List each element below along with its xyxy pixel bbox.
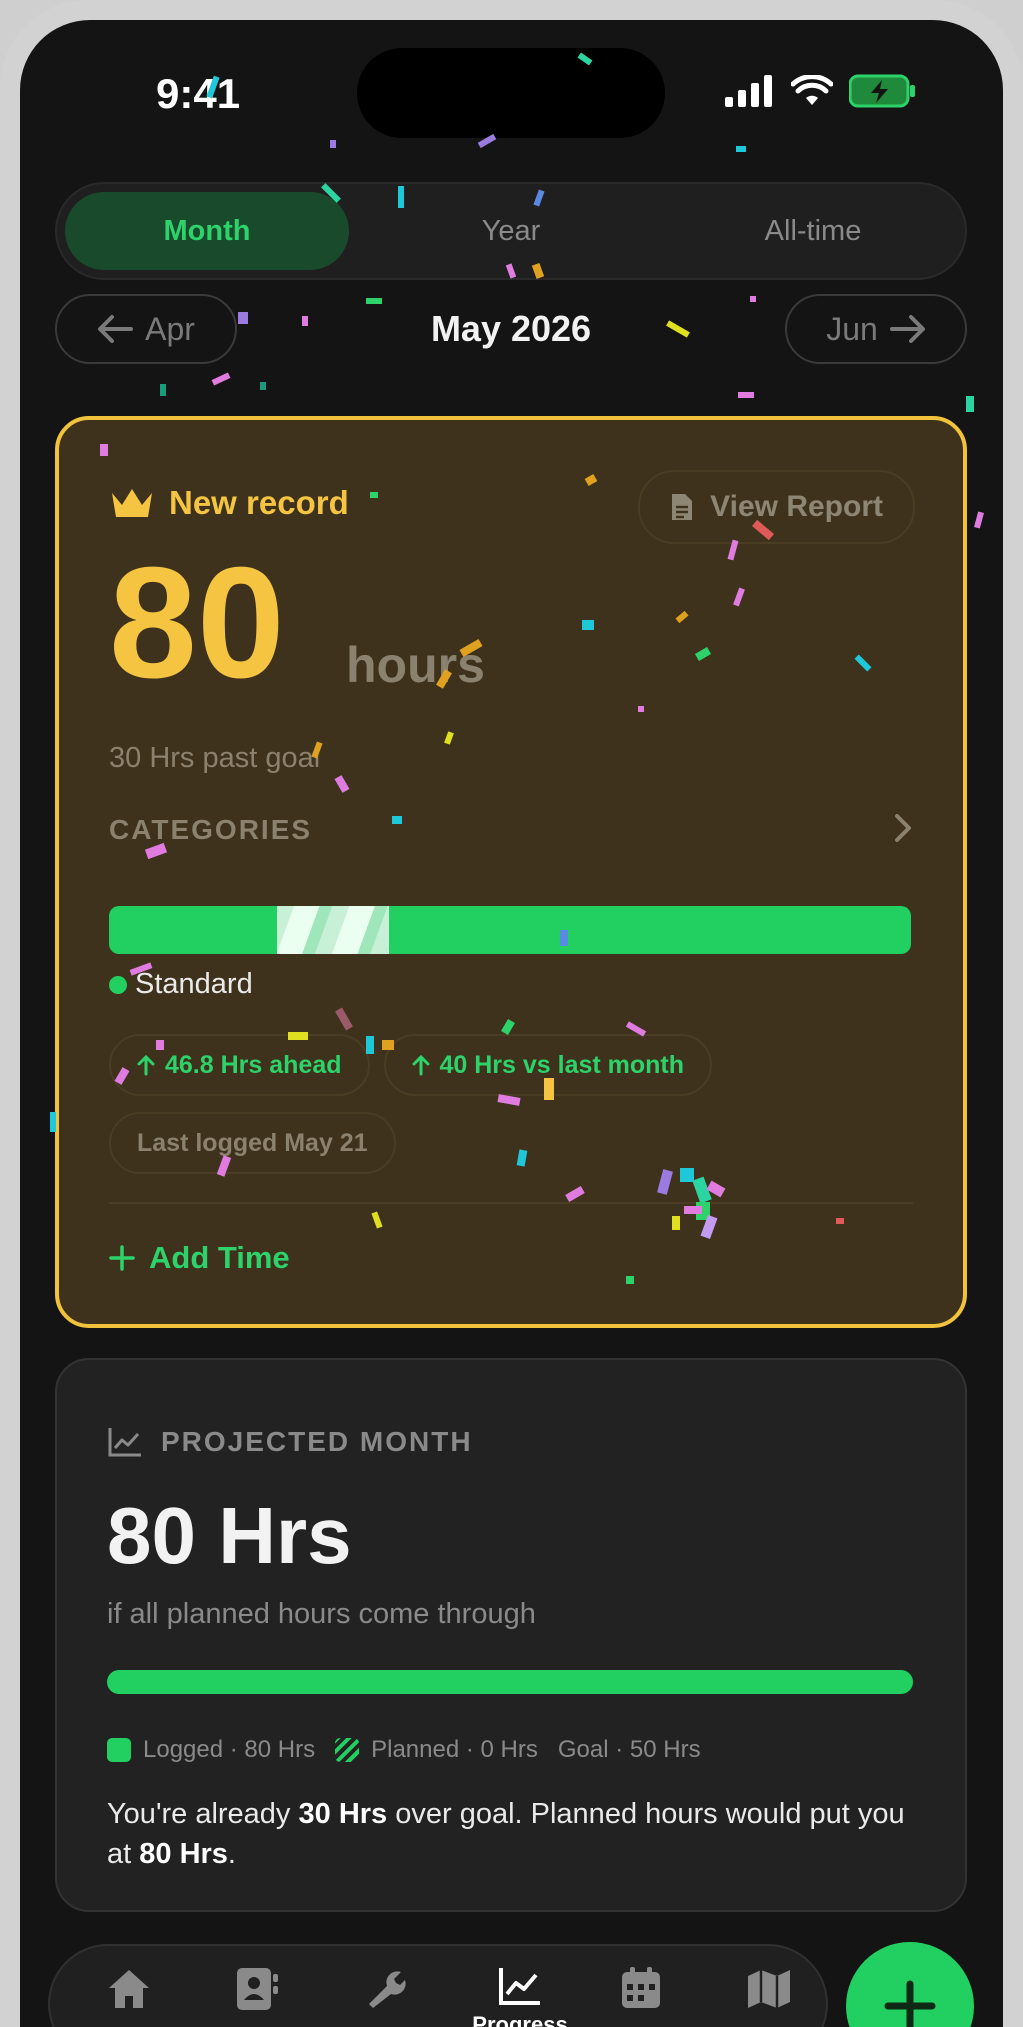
arrow-up-icon — [137, 1054, 155, 1076]
period-segmented-control: Month Year All-time — [55, 182, 967, 280]
new-record-header: New record — [109, 484, 349, 522]
dynamic-island — [357, 48, 665, 138]
category-dot — [109, 975, 127, 994]
crown-icon — [112, 489, 152, 517]
plus-icon — [884, 1980, 936, 2027]
projected-title: PROJECTED MONTH — [161, 1426, 473, 1457]
card-divider — [109, 1202, 913, 1204]
next-month-label: Jun — [826, 310, 878, 347]
home-icon — [109, 1970, 149, 2008]
next-month-button[interactable]: Jun — [785, 294, 967, 364]
status-time: 9:41 — [156, 70, 241, 117]
note-bold-1: 30 Hrs — [298, 1798, 388, 1830]
vs-last-month-pill: 40 Hrs vs last month — [383, 1034, 713, 1096]
projected-progress-bar — [107, 1670, 913, 1694]
category-bar-planned-stripe — [277, 906, 389, 954]
phone-frame: 9:41 Month Year All-time Apr May 2026 Ju… — [0, 0, 1023, 2027]
hours-total: 80 — [109, 535, 285, 711]
month-navigation: Apr May 2026 Jun — [55, 294, 967, 366]
tab-progress-label: Progress — [472, 2012, 568, 2027]
last-logged-pill: Last logged May 21 — [109, 1112, 396, 1174]
add-fab-button[interactable] — [846, 1942, 974, 2027]
category-bar — [109, 906, 911, 954]
projected-month-card: PROJECTED MONTH 80 Hrs if all planned ho… — [55, 1358, 967, 1912]
vs-last-month-label: 40 Hrs vs last month — [439, 1050, 685, 1079]
document-icon — [672, 494, 693, 520]
note-part-3: . — [227, 1838, 236, 1870]
planned-swatch — [335, 1738, 360, 1762]
status-bar: 9:41 — [20, 20, 1003, 170]
tab-progress[interactable]: Progress — [470, 1966, 570, 2027]
wrench-icon — [369, 1971, 406, 2008]
line-chart-icon — [108, 1428, 141, 1457]
chart-icon — [499, 1968, 540, 2005]
note-bold-2: 80 Hrs — [139, 1838, 228, 1870]
categories-label: CATEGORIES — [109, 814, 313, 845]
arrow-up-icon — [412, 1054, 429, 1076]
map-icon — [748, 1970, 790, 2008]
view-report-label: View Report — [710, 490, 883, 523]
legend-planned: Planned · 0 Hrs — [371, 1736, 538, 1763]
note-part-1: You're already — [107, 1798, 299, 1830]
tab-map[interactable] — [734, 1966, 804, 2010]
plus-icon — [109, 1245, 135, 1271]
wifi-icon — [791, 75, 833, 105]
contacts-icon — [237, 1968, 278, 2010]
add-time-label: Add Time — [149, 1240, 290, 1275]
category-name: Standard — [135, 968, 253, 1000]
add-time-button[interactable]: Add Time — [109, 1240, 290, 1276]
segment-year[interactable]: Year — [369, 192, 653, 270]
projected-note: You're already 30 Hrs over goal. Planned… — [107, 1794, 927, 1874]
tab-tools[interactable] — [350, 1966, 420, 2010]
screen: 9:41 Month Year All-time Apr May 2026 Ju… — [20, 20, 1003, 2027]
past-goal-text: 30 Hrs past goal — [109, 742, 321, 774]
new-record-label: New record — [169, 484, 349, 521]
battery-charging-icon — [849, 74, 915, 108]
signal-icon — [725, 75, 772, 107]
tab-calendar[interactable] — [606, 1966, 676, 2010]
record-card: New record View Report 80 hours 30 Hrs p… — [55, 416, 967, 1328]
legend-logged: Logged · 80 Hrs — [143, 1736, 316, 1763]
tab-bar: Progress — [48, 1944, 828, 2027]
projected-value: 80 Hrs — [107, 1491, 352, 1580]
category-legend: Standard — [109, 968, 253, 1001]
view-report-button[interactable]: View Report — [638, 470, 915, 544]
chevron-right-icon[interactable] — [893, 812, 913, 844]
segment-all-time[interactable]: All-time — [671, 192, 955, 270]
comparison-pills: 46.8 Hrs ahead 40 Hrs vs last month — [109, 1034, 713, 1096]
calendar-icon — [622, 1967, 660, 2008]
ahead-pill: 46.8 Hrs ahead — [109, 1034, 370, 1096]
legend-goal: Goal · 50 Hrs — [557, 1736, 701, 1763]
arrow-right-icon — [889, 315, 925, 343]
projected-subtitle: if all planned hours come through — [107, 1598, 536, 1630]
status-icons — [725, 74, 917, 108]
projected-header: PROJECTED MONTH — [107, 1426, 473, 1458]
hours-unit: hours — [346, 637, 485, 693]
last-logged-wrap: Last logged May 21 — [109, 1112, 396, 1174]
ahead-pill-label: 46.8 Hrs ahead — [165, 1050, 342, 1079]
tab-home[interactable] — [94, 1966, 164, 2010]
segment-month[interactable]: Month — [65, 192, 349, 270]
tab-contacts[interactable] — [222, 1966, 292, 2012]
projected-legend: Logged · 80 Hrs Planned · 0 Hrs Goal · 5… — [107, 1736, 701, 1764]
logged-swatch — [107, 1738, 131, 1762]
